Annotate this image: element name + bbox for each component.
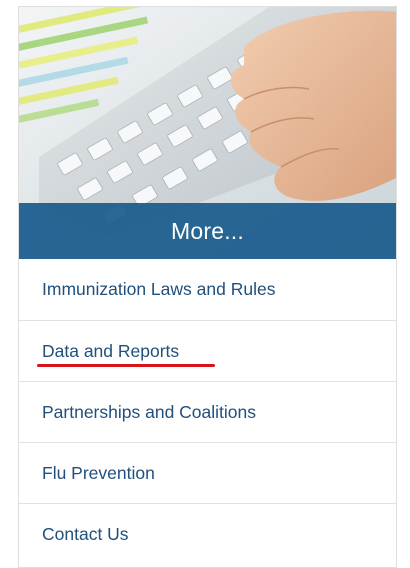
menu-item-partnerships[interactable]: Partnerships and Coalitions bbox=[19, 381, 396, 442]
menu-link-flu-prevention[interactable]: Flu Prevention bbox=[42, 463, 155, 484]
menu-link-data-and-reports[interactable]: Data and Reports bbox=[42, 341, 179, 362]
menu-link-contact-us[interactable]: Contact Us bbox=[42, 524, 129, 545]
hero-image: More... bbox=[19, 7, 396, 259]
menu-item-immunization-laws[interactable]: Immunization Laws and Rules bbox=[19, 259, 396, 320]
more-links-card: More... Immunization Laws and Rules Data… bbox=[18, 6, 397, 568]
highlight-underline bbox=[37, 364, 215, 367]
menu-item-flu-prevention[interactable]: Flu Prevention bbox=[19, 442, 396, 503]
menu-link-immunization-laws[interactable]: Immunization Laws and Rules bbox=[42, 279, 275, 300]
banner-title: More... bbox=[171, 217, 244, 244]
menu-item-data-and-reports[interactable]: Data and Reports bbox=[19, 320, 396, 381]
menu-link-partnerships[interactable]: Partnerships and Coalitions bbox=[42, 402, 256, 423]
menu-item-contact-us[interactable]: Contact Us bbox=[19, 503, 396, 564]
more-banner: More... bbox=[19, 203, 396, 259]
more-links-menu: Immunization Laws and Rules Data and Rep… bbox=[19, 259, 396, 564]
